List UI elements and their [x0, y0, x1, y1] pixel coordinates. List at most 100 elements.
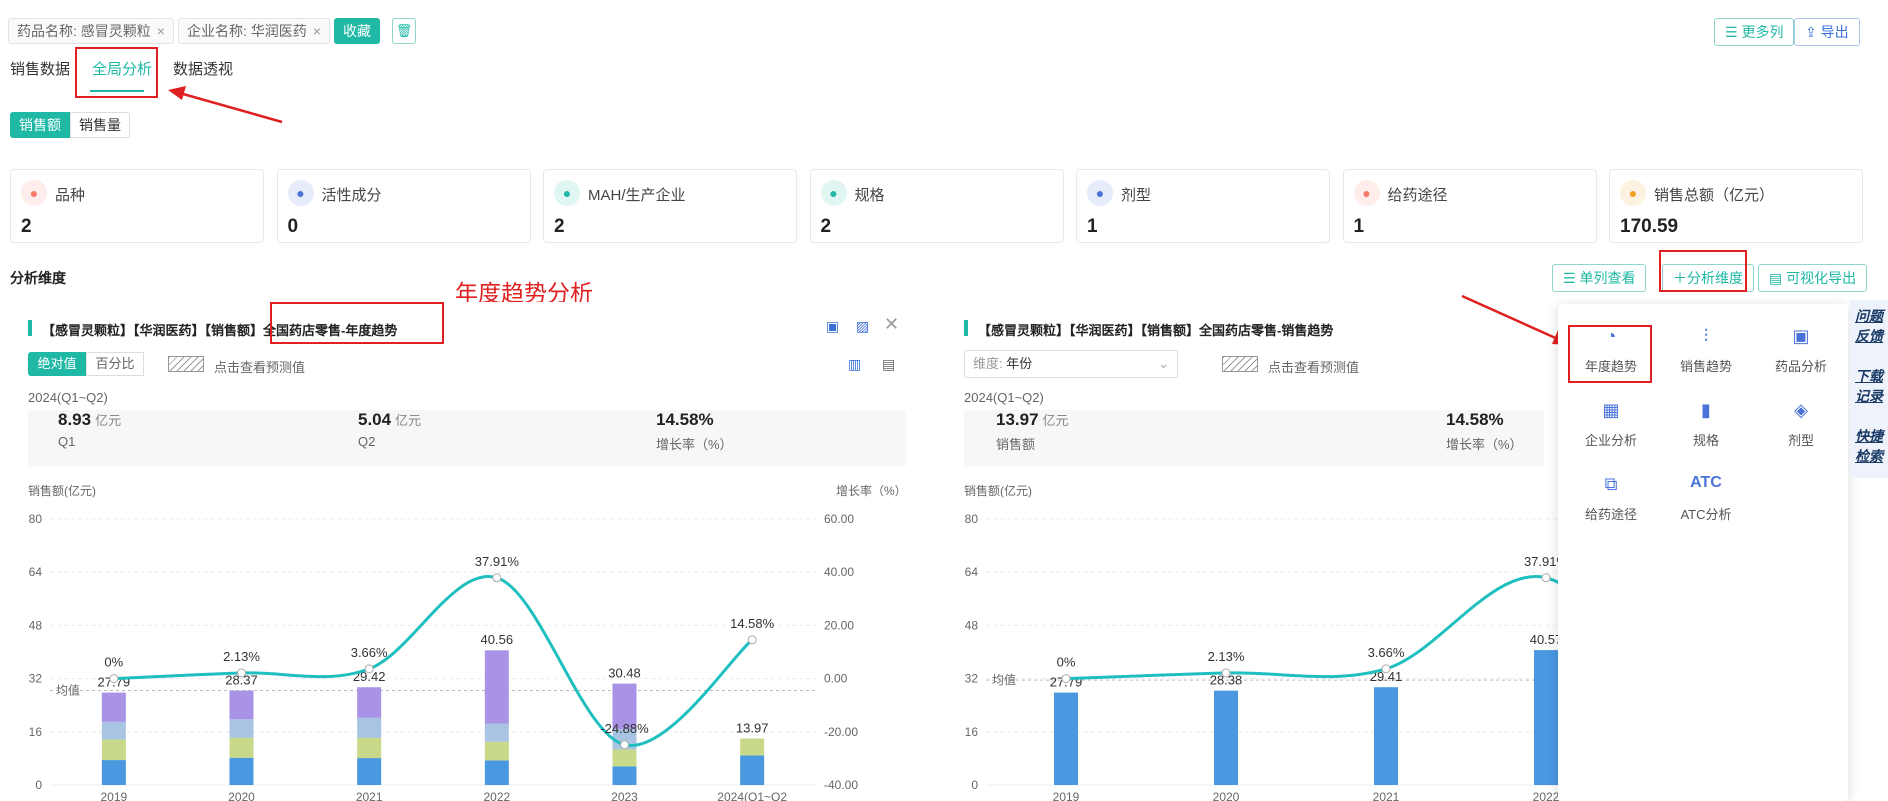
card-value: 170.59 — [1620, 216, 1679, 237]
card-label: 品种 — [55, 187, 86, 204]
menu-item-label: 剂型 — [1787, 433, 1814, 448]
menu-item-drug-analysis[interactable]: ▣ 药品分析 — [1756, 326, 1846, 375]
summary-card: ● 给药途径 1 — [1342, 169, 1597, 243]
card-label: 剂型 — [1121, 187, 1152, 204]
highlight-box — [1568, 325, 1652, 383]
menu-item-spec[interactable]: ▮ 规格 — [1661, 400, 1751, 449]
sales-trend-chart: 01632486480均值201927.79202028.38202129.41… — [965, 512, 1566, 801]
x-tick-label: 2022 — [483, 790, 510, 801]
tab-data-pivot[interactable]: 数据透视 — [173, 58, 233, 79]
export-button[interactable]: ⇪ 导出 — [1794, 18, 1860, 46]
summary-card: ● MAH/生产企业 2 — [543, 169, 797, 243]
menu-item-atc[interactable]: ATC ATC分析 — [1661, 474, 1751, 523]
chevron-down-icon: ⌄ — [1158, 356, 1169, 371]
summary-card: ● 规格 2 — [809, 169, 1064, 243]
close-icon[interactable]: ✕ — [884, 314, 899, 335]
y2-tick-label: 0.00 — [824, 672, 848, 686]
toggle-percent[interactable]: 百分比 — [86, 352, 144, 376]
route-icon: ● — [1353, 180, 1380, 206]
growth-point — [747, 635, 757, 645]
y-tick-label: 64 — [29, 565, 43, 579]
growth-point — [620, 740, 629, 750]
forecast-link[interactable]: 点击查看预测值 — [214, 357, 305, 376]
growth-point — [237, 668, 246, 678]
growth-point — [1061, 674, 1071, 684]
menu-item-dosage[interactable]: ◈ 剂型 — [1756, 400, 1846, 449]
single-column-button[interactable]: ☰ 单列查看 — [1552, 264, 1647, 292]
bar-segment — [740, 738, 765, 756]
summary-card: ● 活性成分 0 — [276, 169, 531, 243]
menu-item-enterprise[interactable]: ▦ 企业分析 — [1566, 400, 1656, 449]
stat-growth: 14.58% 增长率（%） — [656, 410, 733, 452]
card-value: 1 — [1087, 216, 1098, 237]
dimension-select[interactable]: 维度: 年份 ⌄ — [964, 350, 1178, 378]
data-label: 30.48 — [608, 666, 641, 681]
card-value: 2 — [820, 216, 832, 237]
bar-segment — [357, 737, 382, 759]
factory-icon: ● — [554, 180, 580, 206]
collect-button[interactable]: 收藏 — [334, 18, 380, 44]
filter-tag-drug[interactable]: 药品名称: 感冒灵颗粒 × — [8, 18, 174, 44]
forecast-link[interactable]: 点击查看预测值 — [1268, 357, 1359, 376]
y-tick-label: 48 — [29, 618, 43, 632]
y2-tick-label: 20.00 — [824, 618, 854, 632]
menu-item-route[interactable]: ⧉ 给药途径 — [1566, 474, 1656, 523]
excel-icon[interactable]: ▣ — [826, 318, 839, 335]
tab-sales-data[interactable]: 销售数据 — [10, 58, 70, 79]
visual-export-button[interactable]: ▤ 可视化导出 — [1758, 264, 1868, 292]
y-tick-label: 16 — [965, 725, 979, 739]
filter-label: 药品名称: 感冒灵颗粒 — [17, 23, 151, 39]
growth-point — [364, 664, 374, 674]
chart-export-icon: ▤ — [1769, 270, 1787, 286]
dosage-icon: ● — [1087, 180, 1113, 206]
close-icon[interactable]: × — [157, 23, 165, 39]
growth-label: 2.13% — [1208, 649, 1245, 664]
trash-icon[interactable]: 🗑 — [392, 18, 416, 44]
hatch-swatch — [168, 356, 204, 372]
bar — [1374, 687, 1398, 785]
bar-segment — [357, 687, 382, 718]
download-records-link[interactable]: 下载记录 — [1850, 366, 1888, 406]
growth-label: 0% — [1057, 655, 1076, 670]
growth-label: -24.88% — [600, 721, 649, 736]
bar-segment — [101, 721, 126, 740]
y2-tick-label: 40.00 — [824, 565, 854, 579]
filter-tag-company[interactable]: 企业名称: 华润医药 × — [178, 18, 330, 44]
x-tick-label: 2021 — [356, 790, 383, 801]
toggle-absolute[interactable]: 绝对值 — [28, 352, 86, 376]
feedback-link[interactable]: 问题反馈 — [1850, 306, 1888, 346]
y-tick-label: 32 — [965, 672, 979, 686]
toggle-sales-volume[interactable]: 销售量 — [70, 112, 130, 138]
image-icon[interactable]: ▨ — [856, 318, 869, 335]
x-tick-label: 2021 — [1373, 790, 1400, 801]
y-tick-label: 32 — [29, 672, 43, 686]
x-tick-label: 2020 — [228, 790, 255, 801]
toggle-sales-amount[interactable]: 销售额 — [10, 112, 70, 138]
bar-segment — [612, 766, 637, 785]
y-axis-title: 销售额(亿元) — [964, 484, 1032, 498]
bar-segment — [484, 650, 509, 724]
bar-segment — [229, 690, 254, 720]
y-tick-label: 80 — [29, 512, 43, 526]
list-icon: ☰ — [1725, 24, 1742, 40]
card-value: 2 — [21, 216, 32, 237]
growth-point — [1381, 664, 1391, 674]
panel-title: 【感冒灵颗粒】【华润医药】【销售额】全国药店零售-销售趋势 — [978, 323, 1334, 338]
y-tick-label: 16 — [29, 725, 43, 739]
y2-tick-label: 60.00 — [824, 512, 854, 526]
close-icon[interactable]: × — [313, 23, 321, 39]
y-tick-label: 48 — [965, 618, 979, 632]
atc-icon: ATC — [1690, 474, 1722, 491]
card-label: 给药途径 — [1387, 187, 1448, 204]
stat-q1: 8.93 亿元 Q1 — [58, 410, 122, 449]
stat-growth: 14.58% 增长率（%） — [1446, 410, 1523, 452]
bar-chart-icon[interactable]: ▥ — [848, 356, 861, 373]
x-tick-label: 2019 — [1053, 790, 1080, 801]
card-label: MAH/生产企业 — [588, 187, 686, 204]
table-icon[interactable]: ▤ — [882, 356, 895, 373]
x-tick-label: 2022 — [1533, 790, 1560, 801]
more-columns-button[interactable]: ☰ 更多列 — [1714, 18, 1795, 46]
menu-item-sales-trend[interactable]: ⫶ 销售趋势 — [1661, 326, 1751, 375]
quick-search-link[interactable]: 快捷检索 — [1850, 426, 1888, 466]
bar-segment — [101, 760, 126, 785]
